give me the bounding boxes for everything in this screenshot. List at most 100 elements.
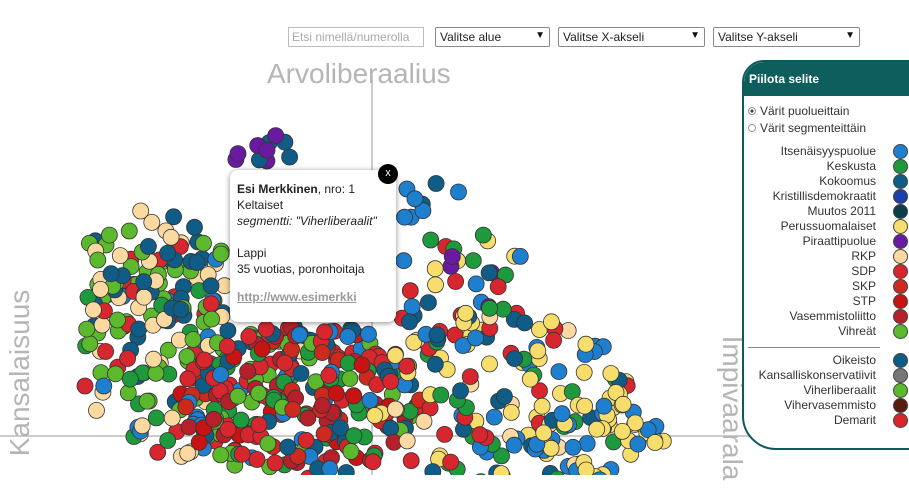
candidate-dot[interactable] [147, 364, 165, 382]
candidate-dot[interactable] [315, 425, 333, 443]
candidate-dot[interactable] [97, 343, 114, 360]
candidate-dot[interactable] [467, 329, 485, 347]
candidate-dot[interactable] [299, 409, 317, 427]
candidate-dot[interactable] [266, 454, 284, 472]
x-axis-select[interactable]: Valitse X-akseli ▼ [558, 27, 705, 47]
legend-item[interactable]: Kansalliskonservatiivit [744, 368, 909, 383]
candidate-dot[interactable] [85, 301, 102, 319]
legend-item[interactable]: Kokoomus [744, 174, 909, 189]
candidate-dot[interactable] [361, 391, 379, 409]
legend-item[interactable]: Keskusta [744, 159, 909, 174]
candidate-dot[interactable] [595, 397, 613, 415]
candidate-dot[interactable] [202, 277, 220, 295]
candidate-dot[interactable] [81, 335, 99, 353]
candidate-dot[interactable] [313, 344, 331, 362]
radio-color-by-segment[interactable]: Värit segmenteittäin [744, 119, 909, 136]
candidate-dot[interactable] [135, 288, 153, 306]
candidate-dot[interactable] [107, 365, 124, 383]
candidate-dot[interactable] [550, 363, 568, 381]
candidate-dot[interactable] [133, 417, 151, 435]
candidate-dot[interactable] [297, 431, 315, 449]
candidate-dot[interactable] [337, 464, 355, 476]
candidate-dot[interactable] [360, 325, 377, 343]
candidate-dot[interactable] [101, 226, 118, 244]
candidate-dot[interactable] [95, 377, 113, 395]
candidate-dot[interactable] [419, 294, 437, 312]
candidate-dot[interactable] [529, 342, 547, 360]
candidate-dot[interactable] [76, 377, 94, 395]
candidate-dot[interactable] [521, 370, 539, 388]
candidate-dot[interactable] [345, 387, 363, 405]
candidate-dot[interactable] [588, 420, 606, 438]
candidate-dot[interactable] [109, 311, 126, 329]
candidate-dot[interactable] [577, 335, 595, 353]
candidate-dot[interactable] [646, 434, 664, 451]
candidate-dot[interactable] [257, 320, 275, 338]
candidate-dot[interactable] [159, 432, 177, 449]
candidate-dot[interactable] [163, 409, 181, 427]
legend-item[interactable]: Muutos 2011 [744, 204, 909, 219]
candidate-dot[interactable] [436, 425, 454, 443]
candidate-dot[interactable] [452, 382, 469, 400]
candidate-dot[interactable] [205, 410, 223, 428]
candidate-dot[interactable] [195, 234, 212, 252]
candidate-dot[interactable] [342, 443, 360, 460]
candidate-dot[interactable] [258, 141, 276, 159]
candidate-dot[interactable] [495, 388, 513, 405]
candidate-dot[interactable] [259, 435, 277, 453]
candidate-dot[interactable] [341, 370, 359, 388]
candidate-dot[interactable] [427, 175, 445, 192]
candidate-dot[interactable] [327, 384, 345, 402]
candidate-dot[interactable] [180, 418, 198, 436]
candidate-link[interactable]: http://www.esimerkki [237, 289, 389, 305]
legend-toggle[interactable]: Piilota selite [744, 62, 909, 96]
candidate-dot[interactable] [443, 248, 461, 266]
candidate-dot[interactable] [428, 326, 446, 344]
candidate-dot[interactable] [292, 365, 310, 382]
candidate-dot[interactable] [248, 451, 266, 468]
candidate-dot[interactable] [353, 356, 371, 374]
area-select[interactable]: Valitse alue ▼ [435, 27, 550, 47]
candidate-dot[interactable] [481, 299, 499, 317]
candidate-dot[interactable] [535, 424, 553, 442]
candidate-dot[interactable] [480, 264, 498, 282]
candidate-dot[interactable] [121, 370, 139, 388]
candidate-dot[interactable] [212, 366, 230, 384]
candidate-dot[interactable] [364, 453, 382, 471]
candidate-dot[interactable] [386, 400, 404, 418]
legend-item[interactable]: SDP [744, 264, 909, 279]
legend-item[interactable]: Demarit [744, 413, 909, 428]
candidate-dot[interactable] [188, 254, 206, 271]
candidate-dot[interactable] [614, 395, 632, 413]
candidate-dot[interactable] [432, 386, 450, 404]
candidate-dot[interactable] [576, 397, 593, 415]
candidate-dot[interactable] [401, 282, 419, 300]
candidate-dot[interactable] [321, 460, 339, 475]
candidate-dot[interactable] [132, 202, 150, 220]
candidate-dot[interactable] [485, 408, 503, 426]
candidate-dot[interactable] [120, 222, 138, 240]
close-icon[interactable]: x [378, 164, 398, 184]
candidate-dot[interactable] [212, 446, 230, 464]
candidate-dot[interactable] [111, 247, 129, 265]
candidate-dot[interactable] [119, 350, 136, 367]
candidate-dot[interactable] [339, 354, 357, 372]
candidate-dot[interactable] [577, 461, 595, 475]
candidate-dot[interactable] [457, 304, 475, 322]
candidate-dot[interactable] [89, 251, 107, 269]
candidate-dot[interactable] [186, 218, 203, 236]
candidate-dot[interactable] [276, 354, 294, 372]
candidate-dot[interactable] [102, 265, 120, 283]
candidate-dot[interactable] [250, 416, 268, 434]
candidate-dot[interactable] [320, 366, 338, 384]
candidate-dot[interactable] [240, 328, 258, 346]
candidate-dot[interactable] [398, 357, 416, 375]
candidate-dot[interactable] [402, 452, 420, 470]
candidate-dot[interactable] [396, 208, 413, 226]
legend-item[interactable]: STP [744, 294, 909, 309]
candidate-dot[interactable] [284, 401, 302, 418]
candidate-dot[interactable] [489, 278, 507, 296]
candidate-dot[interactable] [505, 436, 523, 454]
candidate-dot[interactable] [88, 401, 105, 419]
radio-color-by-party[interactable]: Värit puolueittain [744, 102, 909, 119]
